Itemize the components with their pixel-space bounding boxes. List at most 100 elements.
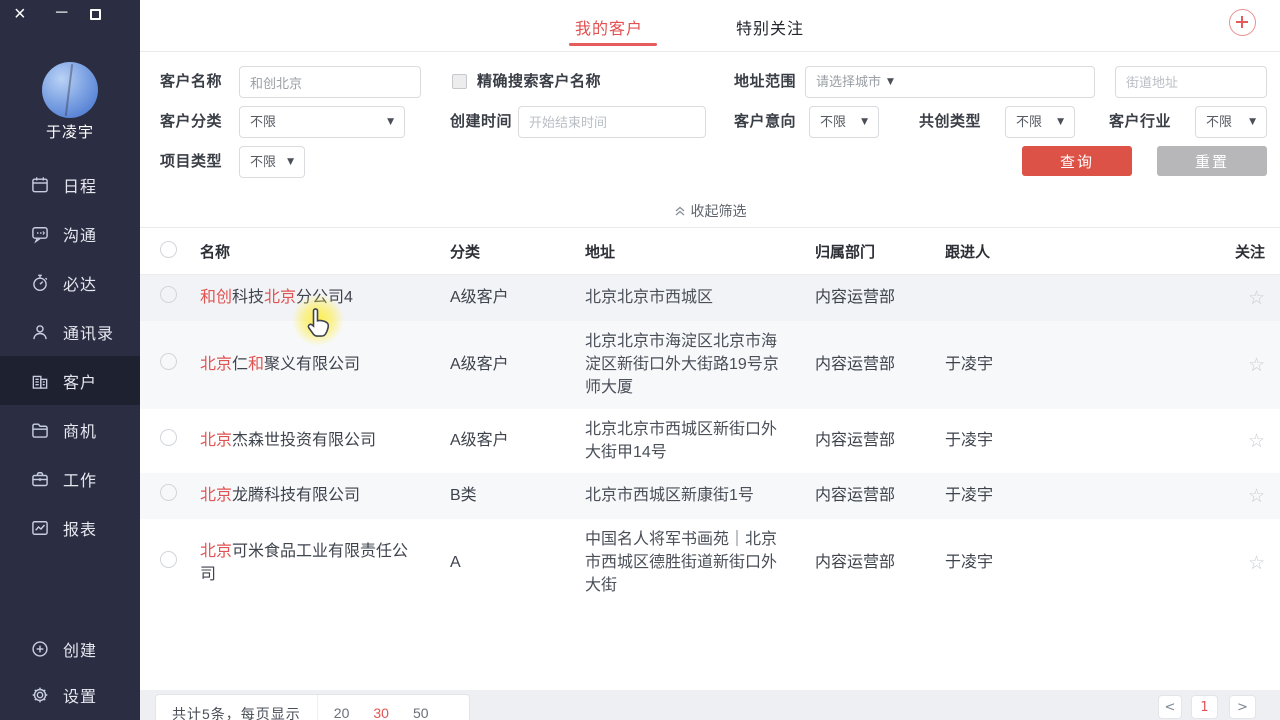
customer-name-input[interactable]	[239, 66, 421, 98]
collapse-filters-label: 收起筛选	[691, 203, 747, 219]
current-page-button[interactable]: 1	[1191, 695, 1218, 719]
intent-select[interactable]: 不限 ▼	[809, 106, 879, 138]
customer-follower: 于凌宇	[945, 344, 1220, 385]
name-highlight: 和	[248, 356, 264, 373]
exact-search-checkbox[interactable]	[452, 74, 467, 89]
star-icon[interactable]: ☆	[1220, 430, 1265, 452]
row-select-radio[interactable]	[160, 353, 177, 370]
table-row[interactable]: 北京龙腾科技有限公司B类北京市西城区新康街1号内容运营部于凌宇☆	[140, 473, 1280, 519]
sidebar-item-schedule[interactable]: 日程	[0, 160, 140, 209]
table-row[interactable]: 北京仁和聚义有限公司A级客户北京北京市海淀区北京市海淀区新街口外大街路19号京师…	[140, 321, 1280, 409]
add-customer-button[interactable]	[1229, 9, 1256, 36]
sidebar-item-create[interactable]: 创建	[0, 626, 140, 672]
collapse-filters-link[interactable]: 收起筛选	[140, 201, 1280, 221]
customer-name: 北京可米食品工业有限责任公司	[200, 531, 450, 595]
create-time-input[interactable]	[518, 106, 706, 138]
close-icon[interactable]: ×	[14, 4, 26, 24]
tab-special-follow[interactable]: 特别关注	[736, 15, 804, 39]
name-highlight: 和创	[200, 289, 232, 306]
project-type-label: 项目类型	[160, 146, 222, 178]
city-select[interactable]: 请选择城市 ▼	[805, 66, 1095, 98]
customer-category: A级客户	[450, 344, 585, 385]
customer-table: 名称 分类 地址 归属部门 跟进人 关注 和创科技北京分公司4A级客户北京北京市…	[140, 229, 1280, 607]
restore-icon[interactable]	[90, 9, 101, 20]
co-create-select-value: 不限	[1016, 107, 1042, 137]
table-row[interactable]: 北京可米食品工业有限责任公司A中国名人将军书画苑｜北京市西城区德胜街道新街口外大…	[140, 519, 1280, 607]
sidebar-item-settings[interactable]: 设置	[0, 672, 140, 718]
industry-select-value: 不限	[1206, 107, 1232, 137]
customer-follower: 于凌宇	[945, 420, 1220, 461]
name-highlight: 北京	[200, 356, 232, 373]
sidebar-item-contacts[interactable]: 通讯录	[0, 307, 140, 356]
intent-select-value: 不限	[820, 107, 846, 137]
sidebar-item-bida[interactable]: 必达	[0, 258, 140, 307]
name-highlight: 北京	[200, 543, 232, 560]
next-page-button[interactable]: >	[1229, 695, 1256, 719]
co-create-label: 共创类型	[919, 106, 981, 138]
sidebar-item-deals[interactable]: 商机	[0, 405, 140, 454]
customer-department: 内容运营部	[815, 344, 945, 385]
select-all-radio[interactable]	[160, 241, 177, 258]
customer-follower	[945, 289, 1220, 307]
name-highlight: 北京	[200, 487, 232, 504]
street-address-input[interactable]	[1115, 66, 1267, 98]
create-time-label: 创建时间	[450, 106, 512, 138]
category-select-value: 不限	[250, 107, 276, 137]
prev-page-button[interactable]: <	[1158, 695, 1182, 719]
co-create-select[interactable]: 不限 ▼	[1005, 106, 1075, 138]
sidebar-item-label: 商机	[63, 418, 97, 442]
sidebar-item-reports[interactable]: 报表	[0, 503, 140, 552]
sidebar-item-label: 沟通	[63, 222, 97, 246]
search-button[interactable]: 查询	[1022, 146, 1132, 176]
row-select-cell	[160, 420, 200, 462]
customer-address: 北京北京市西城区	[585, 277, 815, 318]
industry-select[interactable]: 不限 ▼	[1195, 106, 1267, 138]
customer-category: A级客户	[450, 277, 585, 318]
sidebar-item-work[interactable]: 工作	[0, 454, 140, 503]
crm-window: × ─ 于凌宇 日程沟通必达通讯录客户商机工作报表 创建设置 我的客户 特别关注…	[0, 0, 1280, 720]
row-select-radio[interactable]	[160, 484, 177, 501]
star-icon[interactable]: ☆	[1220, 485, 1265, 507]
table-row[interactable]: 北京杰森世投资有限公司A级客户北京北京市西城区新街口外大街甲14号内容运营部于凌…	[140, 409, 1280, 473]
category-label: 客户分类	[160, 106, 222, 138]
dropdown-arrow-icon: ▼	[287, 147, 294, 177]
plus-circle-icon	[30, 639, 50, 659]
page-size-option-50[interactable]: 50	[413, 705, 429, 720]
table-row[interactable]: 和创科技北京分公司4A级客户北京北京市西城区内容运营部☆	[140, 275, 1280, 321]
row-select-radio[interactable]	[160, 429, 177, 446]
active-tab-underline	[569, 43, 657, 46]
tab-my-customers[interactable]: 我的客户	[575, 15, 643, 39]
project-type-select[interactable]: 不限 ▼	[239, 146, 305, 178]
filter-row-3: 项目类型 不限 ▼ 查询 重置	[140, 146, 1280, 178]
timer-icon	[30, 273, 50, 293]
industry-label: 客户行业	[1109, 106, 1171, 138]
row-select-radio[interactable]	[160, 551, 177, 568]
category-select[interactable]: 不限 ▼	[239, 106, 405, 138]
filter-row-1: 客户名称 精确搜索客户名称 地址范围 请选择城市 ▼	[140, 66, 1280, 98]
star-icon[interactable]: ☆	[1220, 354, 1265, 376]
minimize-icon[interactable]: ─	[56, 3, 67, 23]
sidebar-item-customers[interactable]: 客户	[0, 356, 140, 405]
chat-icon	[30, 224, 50, 244]
sidebar-item-chat[interactable]: 沟通	[0, 209, 140, 258]
avatar[interactable]	[42, 62, 98, 118]
customer-category: B类	[450, 475, 585, 516]
gear-icon	[30, 685, 50, 705]
page-size-option-20[interactable]: 20	[334, 705, 350, 720]
row-select-cell	[160, 344, 200, 386]
row-select-radio[interactable]	[160, 286, 177, 303]
sidebar-item-label: 工作	[63, 467, 97, 491]
customer-category: A级客户	[450, 420, 585, 461]
row-select-cell	[160, 542, 200, 584]
sidebar-menu: 日程沟通必达通讯录客户商机工作报表	[0, 160, 140, 552]
name-highlight: 北京	[200, 432, 232, 449]
page-size-option-30[interactable]: 30	[373, 705, 389, 720]
name-text: 仁	[232, 356, 248, 373]
intent-label: 客户意向	[734, 106, 796, 138]
window-controls: × ─	[0, 2, 140, 30]
star-icon[interactable]: ☆	[1220, 287, 1265, 309]
customer-category: A	[450, 542, 585, 583]
star-icon[interactable]: ☆	[1220, 552, 1265, 574]
username: 于凌宇	[0, 121, 140, 142]
reset-button[interactable]: 重置	[1157, 146, 1267, 176]
